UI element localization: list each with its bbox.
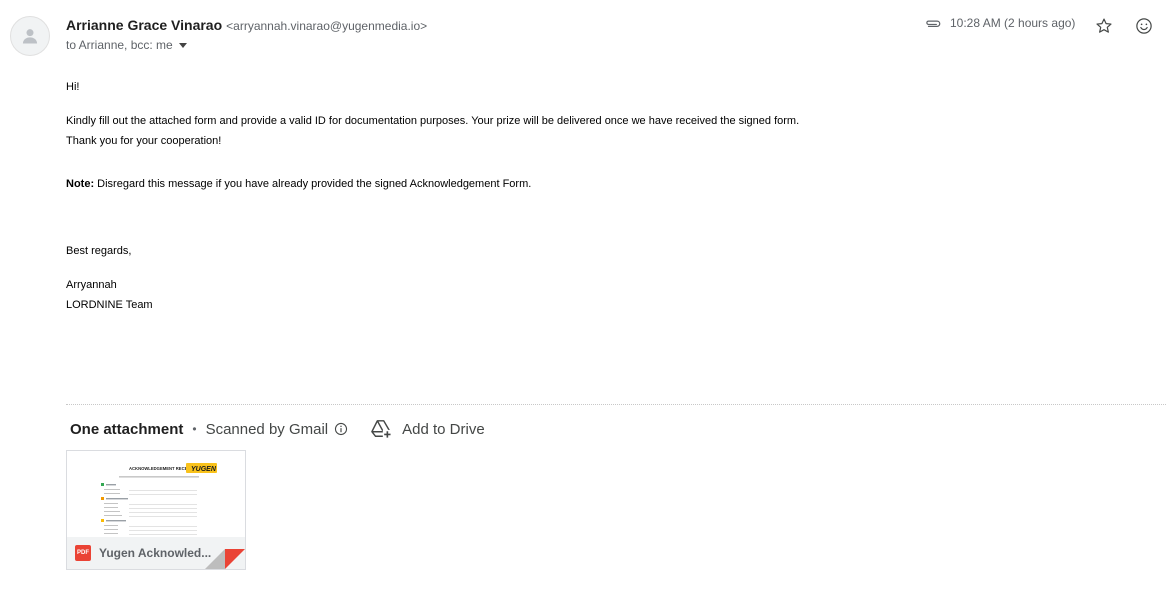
add-to-drive-label: Add to Drive bbox=[402, 420, 485, 438]
emoji-reaction-icon[interactable] bbox=[1133, 15, 1155, 37]
separator-dot: • bbox=[192, 422, 197, 436]
message-meta: 10:28 AM (2 hours ago) bbox=[924, 16, 1075, 30]
sender-name[interactable]: Arrianne Grace Vinarao bbox=[66, 17, 222, 33]
pdf-icon: PDF bbox=[75, 545, 91, 561]
body-line-1: Kindly fill out the attached form and pr… bbox=[66, 115, 800, 127]
greeting-text: Hi! bbox=[66, 81, 80, 93]
recipients-row: to Arrianne, bcc: me bbox=[66, 38, 187, 52]
attachment-count: One attachment bbox=[70, 420, 184, 438]
message-time: 10:28 AM (2 hours ago) bbox=[950, 16, 1076, 30]
attachment-card[interactable]: ACKNOWLEDGEMENT RECEIPT YUGEN PDF Yugen … bbox=[66, 450, 246, 570]
attachment-clip-icon bbox=[924, 17, 942, 29]
attachment-divider bbox=[66, 404, 1166, 405]
thumb-title: ACKNOWLEDGEMENT RECEIPT bbox=[129, 466, 194, 471]
recipients-text: to Arrianne, bcc: me bbox=[66, 38, 173, 52]
add-to-drive-button[interactable]: Add to Drive bbox=[370, 419, 485, 439]
signature-team: LORDNINE Team bbox=[66, 299, 153, 311]
note-line: Note: Disregard this message if you have… bbox=[66, 178, 531, 190]
closing-text: Best regards, bbox=[66, 245, 132, 257]
sender-email: <arryannah.vinarao@yugenmedia.io> bbox=[226, 19, 428, 33]
sender-line: Arrianne Grace Vinarao <arryannah.vinarao… bbox=[66, 17, 427, 33]
show-details-caret-icon[interactable] bbox=[178, 43, 187, 48]
scanned-by-gmail-label: Scanned by Gmail bbox=[205, 420, 329, 438]
info-icon[interactable] bbox=[334, 422, 348, 436]
body-line-2: Thank you for your cooperation! bbox=[66, 135, 222, 147]
signature-name: Arryannah bbox=[66, 279, 117, 291]
note-text: Disregard this message if you have alrea… bbox=[94, 178, 532, 190]
person-icon bbox=[22, 29, 38, 44]
attachment-thumbnail: ACKNOWLEDGEMENT RECEIPT YUGEN bbox=[67, 451, 245, 537]
drive-add-icon bbox=[371, 420, 393, 439]
sender-avatar[interactable] bbox=[10, 16, 50, 56]
attachment-header: One attachment • Scanned by Gmail Add to… bbox=[70, 419, 485, 439]
note-label: Note: bbox=[66, 178, 95, 190]
thumb-logo: YUGEN bbox=[191, 466, 217, 473]
star-icon[interactable] bbox=[1093, 15, 1115, 37]
attachment-file-name: Yugen Acknowled... bbox=[99, 546, 212, 560]
page-fold-corner-icon bbox=[205, 549, 245, 569]
